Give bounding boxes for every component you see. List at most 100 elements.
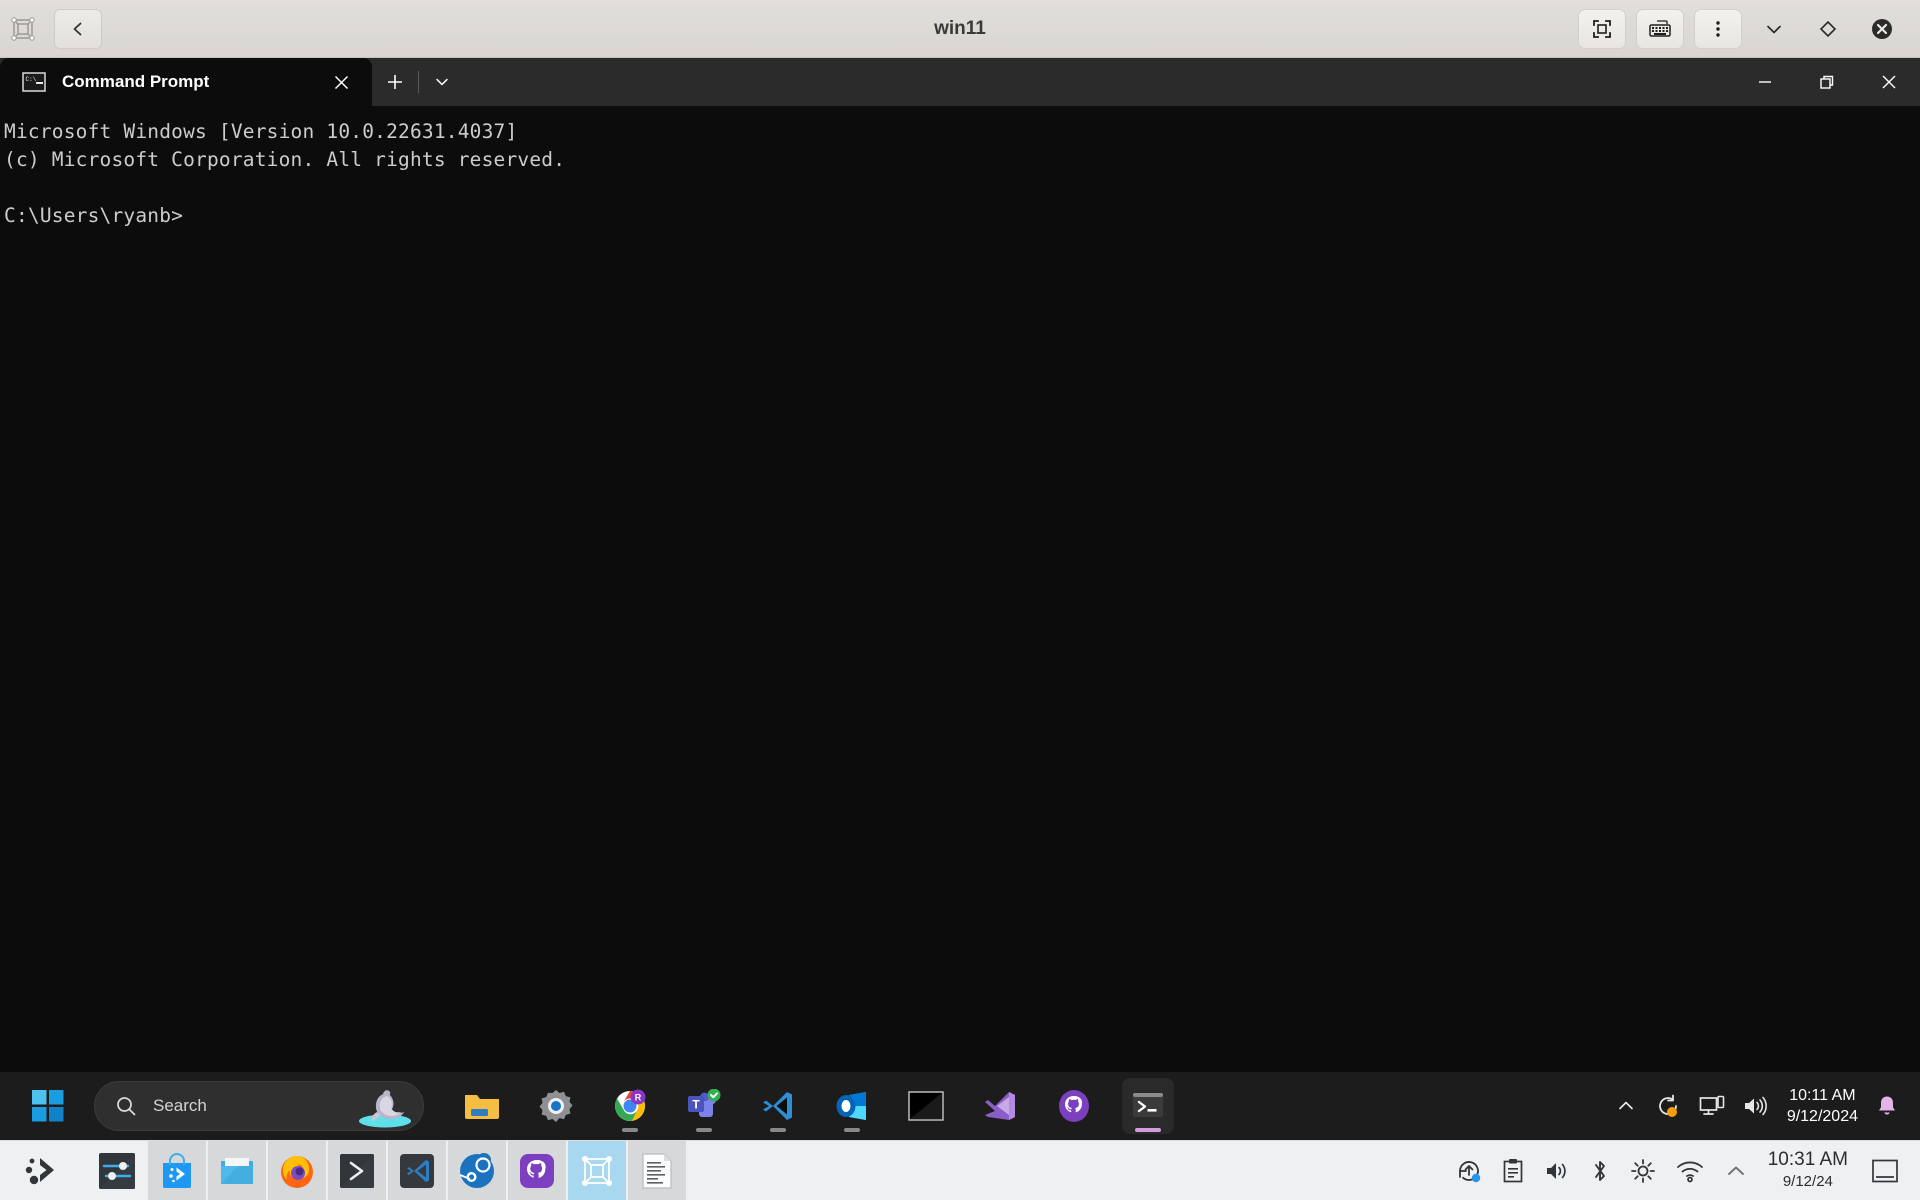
taskbar-app-google-chrome[interactable]: R — [604, 1078, 656, 1134]
outlook-icon — [836, 1092, 866, 1120]
taskbar-app-settings[interactable] — [530, 1078, 582, 1134]
three-dots-vertical-icon — [1716, 20, 1720, 37]
steam-icon — [459, 1152, 494, 1188]
active-indicator — [1135, 1128, 1161, 1132]
host-task-system-settings[interactable] — [88, 1141, 146, 1200]
keyboard-button[interactable] — [1636, 8, 1684, 49]
show-hidden-icons-button[interactable] — [1615, 1095, 1637, 1117]
github-icon — [520, 1153, 554, 1188]
host-task-dolphin-files[interactable] — [208, 1140, 266, 1200]
taskbar-apps: R T — [456, 1078, 1174, 1134]
volume-icon[interactable] — [1743, 1094, 1769, 1118]
show-hidden-icons-button[interactable] — [1724, 1159, 1748, 1183]
sync-icon — [1658, 1094, 1677, 1117]
taskbar-app-outlook[interactable] — [826, 1078, 878, 1134]
bluetooth-icon — [1594, 1160, 1605, 1181]
desktop-icon — [1872, 1159, 1898, 1182]
fullscreen-button[interactable] — [1578, 8, 1626, 49]
bluetooth-icon[interactable] — [1590, 1158, 1610, 1184]
vscode-icon — [400, 1153, 434, 1188]
search-input[interactable]: Search — [94, 1081, 424, 1131]
speaker-icon — [1546, 1162, 1566, 1179]
clipboard-icon[interactable] — [1502, 1158, 1524, 1184]
host-task-konsole[interactable] — [328, 1140, 386, 1200]
shopping-bag-icon — [163, 1152, 191, 1188]
tab-dropdown-button[interactable] — [419, 58, 465, 106]
volume-icon[interactable] — [1544, 1159, 1570, 1183]
back-button[interactable] — [54, 8, 102, 49]
gear-icon — [539, 1090, 573, 1122]
terminal-close-button[interactable] — [1858, 58, 1920, 106]
taskbar-app-visual-studio[interactable] — [974, 1078, 1026, 1134]
chevron-left-icon — [73, 22, 82, 35]
brightness-icon[interactable] — [1630, 1158, 1656, 1184]
windows-system-tray: 10:11 AM 9/12/2024 — [1615, 1085, 1920, 1127]
taskbar-app-github-desktop[interactable] — [1048, 1078, 1100, 1134]
wifi-icon[interactable] — [1676, 1159, 1704, 1183]
host-task-firefox[interactable] — [268, 1140, 326, 1200]
update-arrow-icon — [1458, 1160, 1480, 1182]
taskbar-app-microsoft-teams[interactable]: T — [678, 1078, 730, 1134]
host-clock[interactable]: 10:31 AM 9/12/24 — [1768, 1149, 1848, 1193]
search-placeholder: Search — [153, 1096, 207, 1115]
host-task-visual-studio-code[interactable] — [388, 1140, 446, 1200]
host-task-list — [88, 1140, 688, 1200]
sliders-icon — [99, 1152, 135, 1189]
host-task-steam[interactable] — [448, 1140, 506, 1200]
new-tab-button[interactable] — [372, 58, 418, 106]
firefox-icon — [281, 1155, 313, 1188]
tab-close-button[interactable] — [324, 65, 358, 99]
chevron-down-icon — [1767, 25, 1781, 33]
close-button[interactable] — [1860, 9, 1904, 49]
github-icon — [1059, 1090, 1089, 1122]
running-indicator — [844, 1128, 860, 1132]
chevron-up-icon — [1727, 1166, 1744, 1175]
vscode-icon — [763, 1092, 792, 1120]
minimize-button[interactable] — [1752, 9, 1796, 49]
taskbar-app-visual-studio-code[interactable] — [752, 1078, 804, 1134]
chevron-up-icon — [1618, 1101, 1633, 1110]
host-clock-date: 9/12/24 — [1782, 1172, 1833, 1190]
chrome-icon: R — [615, 1089, 646, 1121]
kde-application-launcher[interactable] — [14, 1143, 70, 1199]
windows-guest-desktop: C:\ Command Prompt Microsoft Windows [Ve… — [0, 58, 1920, 1140]
diamond-icon — [1819, 20, 1837, 37]
tab-title: Command Prompt — [62, 72, 210, 91]
svg-text:R: R — [635, 1093, 642, 1103]
terminal-restore-button[interactable] — [1796, 58, 1858, 106]
windows-update-icon[interactable] — [1655, 1093, 1681, 1119]
terminal-body[interactable]: Microsoft Windows [Version 10.0.22631.40… — [0, 106, 1920, 1140]
notification-bell-icon[interactable] — [1876, 1094, 1898, 1118]
start-button[interactable] — [20, 1078, 76, 1134]
sun-icon — [1630, 1158, 1655, 1183]
taskbar-app-file-explorer[interactable] — [456, 1078, 508, 1134]
terminal-minimize-button[interactable] — [1734, 58, 1796, 106]
search-icon — [115, 1095, 137, 1117]
host-task-text-document[interactable] — [628, 1140, 686, 1200]
taskbar-clock[interactable]: 10:11 AM 9/12/2024 — [1787, 1085, 1858, 1127]
show-desktop-button[interactable] — [1868, 1154, 1902, 1188]
teams-icon: T — [688, 1089, 721, 1117]
running-indicator — [770, 1128, 786, 1132]
host-clock-time: 10:31 AM — [1767, 1148, 1848, 1170]
tab-command-prompt[interactable]: C:\ Command Prompt — [0, 58, 372, 106]
svg-text:C:\: C:\ — [26, 76, 37, 83]
fit-to-screen-icon — [1593, 19, 1611, 38]
host-task-virtualbox[interactable] — [568, 1140, 626, 1200]
taskbar-app-windows-terminal[interactable] — [1122, 1078, 1174, 1134]
restore-button[interactable] — [1806, 9, 1850, 49]
speaker-icon — [1744, 1096, 1767, 1116]
command-prompt-icon: C:\ — [22, 72, 46, 92]
host-task-github-desktop[interactable] — [508, 1140, 566, 1200]
software-update-icon[interactable] — [1456, 1158, 1482, 1184]
clock-date: 9/12/2024 — [1786, 1108, 1858, 1125]
host-taskbar: 10:31 AM 9/12/24 — [0, 1140, 1920, 1200]
network-icon[interactable] — [1699, 1094, 1725, 1118]
restore-icon — [1820, 75, 1834, 89]
taskbar-app-console-window[interactable] — [900, 1078, 952, 1134]
virtualbox-controls — [1578, 8, 1920, 49]
menu-button[interactable] — [1694, 8, 1742, 49]
clipboard-icon — [1503, 1158, 1523, 1182]
terminal-tabstrip: C:\ Command Prompt — [0, 58, 1920, 106]
host-task-discover-store[interactable] — [148, 1140, 206, 1200]
